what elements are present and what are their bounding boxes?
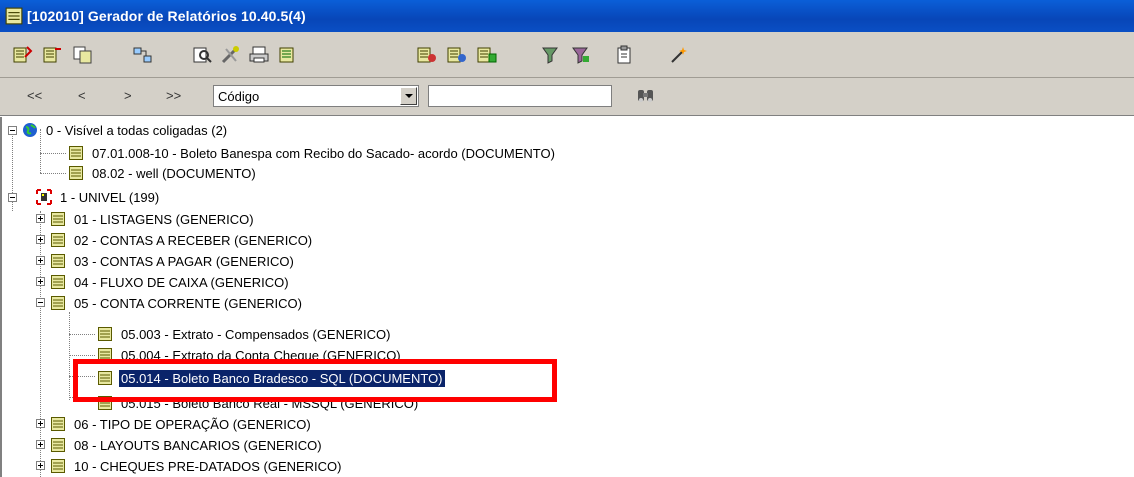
report-document-icon bbox=[98, 396, 112, 410]
report-folder-icon bbox=[51, 212, 65, 226]
tree-node-folder[interactable]: 02 - CONTAS A RECEBER (GENERICO) bbox=[50, 230, 314, 250]
collapse-toggle[interactable] bbox=[8, 126, 17, 135]
previous-record-button[interactable]: < bbox=[78, 88, 86, 103]
tree-node-report[interactable]: 07.01.008-10 - Boleto Banespa com Recibo… bbox=[68, 143, 557, 163]
group-icon[interactable] bbox=[476, 45, 498, 65]
import-icon[interactable] bbox=[132, 45, 154, 65]
expand-toggle[interactable] bbox=[36, 440, 45, 449]
tree-node-report[interactable]: 05.015 - Boleto Banco Real - MSSQL (GENE… bbox=[97, 393, 420, 413]
report-folder-icon bbox=[51, 254, 65, 268]
collapse-toggle[interactable] bbox=[36, 298, 45, 307]
report-document-icon bbox=[69, 146, 83, 160]
tree-connector bbox=[69, 355, 95, 356]
filter-group-icon[interactable] bbox=[570, 45, 592, 65]
tree-node-label: 02 - CONTAS A RECEBER (GENERICO) bbox=[74, 232, 313, 248]
tree-node-report[interactable]: 05.003 - Extrato - Compensados (GENERICO… bbox=[97, 324, 393, 344]
generate-icon[interactable] bbox=[416, 45, 438, 65]
report-document-icon bbox=[98, 371, 112, 385]
tree-node-folder[interactable]: 04 - FLUXO DE CAIXA (GENERICO) bbox=[50, 272, 291, 292]
tree-connector bbox=[40, 211, 41, 477]
tools-icon[interactable] bbox=[220, 45, 242, 65]
tree-node-group-1[interactable]: 1 - UNIVEL (199) bbox=[36, 187, 161, 207]
navigation-toolbar: << < > >> Código bbox=[0, 78, 1134, 116]
expand-toggle[interactable] bbox=[36, 461, 45, 470]
search-input[interactable] bbox=[428, 85, 612, 107]
report-folder-icon bbox=[51, 233, 65, 247]
tree-node-label: 07.01.008-10 - Boleto Banespa com Recibo… bbox=[92, 145, 555, 161]
tree-connector bbox=[69, 334, 95, 335]
tree-connector bbox=[69, 397, 95, 398]
report-app-icon bbox=[5, 7, 23, 25]
new-report-icon[interactable] bbox=[12, 45, 34, 65]
tree-node-label: 01 - LISTAGENS (GENERICO) bbox=[74, 211, 254, 227]
expand-toggle[interactable] bbox=[36, 419, 45, 428]
title-bar: [102010] Gerador de Relatórios 10.40.5(4… bbox=[0, 0, 1134, 32]
copy-report-icon[interactable] bbox=[72, 45, 94, 65]
chevron-down-icon[interactable] bbox=[400, 87, 417, 105]
next-record-button[interactable]: > bbox=[124, 88, 132, 103]
search-field-select[interactable]: Código bbox=[213, 85, 419, 107]
tree-node-folder[interactable]: 10 - CHEQUES PRE-DATADOS (GENERICO) bbox=[50, 456, 344, 476]
tree-node-label: 05 - CONTA CORRENTE (GENERICO) bbox=[74, 295, 303, 311]
tree-node-label: 05.015 - Boleto Banco Real - MSSQL (GENE… bbox=[121, 395, 419, 411]
edit-report-icon[interactable] bbox=[42, 45, 64, 65]
tree-connector bbox=[40, 153, 66, 154]
window-title: [102010] Gerador de Relatórios 10.40.5(4… bbox=[27, 8, 306, 24]
main-toolbar bbox=[0, 32, 1134, 78]
report-folder-icon bbox=[51, 417, 65, 431]
properties-icon[interactable] bbox=[276, 45, 298, 65]
tree-node-label: 05.003 - Extrato - Compensados (GENERICO… bbox=[121, 326, 391, 342]
tree-node-label: 05.014 - Boleto Banco Bradesco - SQL (DO… bbox=[118, 368, 446, 388]
tree-node-label: 03 - CONTAS A PAGAR (GENERICO) bbox=[74, 253, 294, 269]
report-folder-icon bbox=[51, 275, 65, 289]
tree-node-label: 10 - CHEQUES PRE-DATADOS (GENERICO) bbox=[74, 458, 342, 474]
report-document-icon bbox=[98, 327, 112, 341]
tree-node-label: 1 - UNIVEL (199) bbox=[60, 189, 160, 205]
tree-node-report-selected[interactable]: 05.014 - Boleto Banco Bradesco - SQL (DO… bbox=[97, 368, 446, 388]
tree-node-label: 04 - FLUXO DE CAIXA (GENERICO) bbox=[74, 274, 289, 290]
company-icon bbox=[36, 189, 52, 205]
report-tree: 0 - Visível a todas coligadas (2) 07.01.… bbox=[0, 117, 1134, 477]
tree-connector bbox=[69, 312, 70, 400]
collapse-toggle[interactable] bbox=[8, 193, 17, 202]
tree-node-label: 08.02 - well (DOCUMENTO) bbox=[92, 165, 256, 181]
report-folder-icon bbox=[51, 459, 65, 473]
tree-node-folder[interactable]: 05 - CONTA CORRENTE (GENERICO) bbox=[50, 293, 304, 313]
first-record-button[interactable]: << bbox=[27, 88, 42, 103]
tree-node-label: 08 - LAYOUTS BANCARIOS (GENERICO) bbox=[74, 437, 322, 453]
preview-icon[interactable] bbox=[192, 45, 214, 65]
report-document-icon bbox=[69, 166, 83, 180]
tree-node-label: 0 - Visível a todas coligadas (2) bbox=[46, 122, 228, 138]
paste-icon[interactable] bbox=[614, 45, 636, 65]
expand-toggle[interactable] bbox=[36, 235, 45, 244]
expand-toggle[interactable] bbox=[36, 214, 45, 223]
print-icon[interactable] bbox=[248, 45, 270, 65]
tree-node-folder[interactable]: 01 - LISTAGENS (GENERICO) bbox=[50, 209, 256, 229]
binoculars-icon[interactable] bbox=[636, 87, 656, 105]
report-folder-icon bbox=[51, 296, 65, 310]
globe-icon bbox=[23, 123, 37, 137]
tree-node-folder[interactable]: 08 - LAYOUTS BANCARIOS (GENERICO) bbox=[50, 435, 324, 455]
expand-toggle[interactable] bbox=[36, 277, 45, 286]
tree-node-report[interactable]: 05.004 - Extrato da Conta Cheque (GENERI… bbox=[97, 345, 403, 365]
filter-icon[interactable] bbox=[540, 45, 562, 65]
tree-node-report[interactable]: 08.02 - well (DOCUMENTO) bbox=[68, 163, 258, 183]
report-folder-icon bbox=[51, 438, 65, 452]
search-field-value: Código bbox=[218, 89, 260, 104]
tree-node-folder[interactable]: 03 - CONTAS A PAGAR (GENERICO) bbox=[50, 251, 296, 271]
tree-node-label: 06 - TIPO DE OPERAÇÃO (GENERICO) bbox=[74, 416, 311, 432]
tree-node-label: 05.004 - Extrato da Conta Cheque (GENERI… bbox=[121, 347, 401, 363]
tree-connector bbox=[69, 376, 95, 377]
tree-node-folder[interactable]: 06 - TIPO DE OPERAÇÃO (GENERICO) bbox=[50, 414, 313, 434]
expand-toggle[interactable] bbox=[36, 256, 45, 265]
report-document-icon bbox=[98, 348, 112, 362]
last-record-button[interactable]: >> bbox=[166, 88, 181, 103]
generate-all-icon[interactable] bbox=[446, 45, 468, 65]
tree-node-group-0[interactable]: 0 - Visível a todas coligadas (2) bbox=[22, 120, 229, 140]
tree-connector bbox=[40, 173, 66, 174]
wizard-icon[interactable] bbox=[668, 45, 690, 65]
